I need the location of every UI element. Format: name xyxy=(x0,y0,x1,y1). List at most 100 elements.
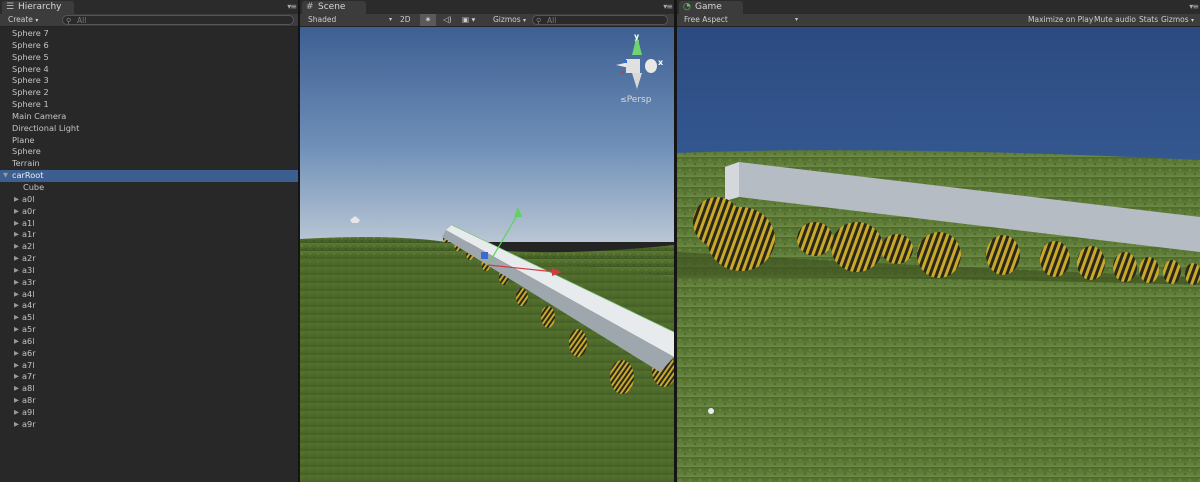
hierarchy-row[interactable]: Sphere 3 xyxy=(0,75,298,87)
hierarchy-row[interactable]: ▶ a6r xyxy=(0,348,298,360)
search-placeholder: All xyxy=(547,16,557,25)
hierarchy-row-label: Sphere 6 xyxy=(12,39,49,50)
hierarchy-row[interactable]: ▶ a5l xyxy=(0,312,298,324)
scene-sky xyxy=(300,27,674,242)
hierarchy-row[interactable]: ▶ a4r xyxy=(0,300,298,312)
hierarchy-row[interactable]: ▶ a2l xyxy=(0,241,298,253)
expand-arrow-right-icon[interactable]: ▶ xyxy=(14,289,19,301)
scene-search-input[interactable]: ⚲ All xyxy=(532,15,668,25)
hierarchy-row[interactable]: Sphere 6 xyxy=(0,40,298,52)
expand-arrow-right-icon[interactable]: ▶ xyxy=(14,419,19,431)
hierarchy-row[interactable]: ▶ a1r xyxy=(0,229,298,241)
hierarchy-row[interactable]: ▶ a8l xyxy=(0,383,298,395)
expand-arrow-right-icon[interactable]: ▶ xyxy=(14,383,19,395)
hierarchy-row[interactable]: Sphere 4 xyxy=(0,64,298,76)
expand-arrow-right-icon[interactable]: ▶ xyxy=(14,360,19,372)
create-button[interactable]: Create ▾ xyxy=(8,14,38,26)
expand-arrow-right-icon[interactable]: ▶ xyxy=(14,218,19,230)
search-placeholder: All xyxy=(77,16,87,25)
expand-arrow-right-icon[interactable]: ▶ xyxy=(14,300,19,312)
panel-menu-icon[interactable]: ▾≡ xyxy=(663,2,673,11)
hierarchy-row[interactable]: ▼ carRoot xyxy=(0,170,298,182)
maximize-on-play-toggle[interactable]: Maximize on Play xyxy=(1028,14,1093,26)
tab-hierarchy[interactable]: ☰ Hierarchy xyxy=(2,1,74,14)
game-sky xyxy=(677,27,1200,167)
hierarchy-row[interactable]: Sphere xyxy=(0,146,298,158)
search-icon: ⚲ xyxy=(536,17,542,25)
expand-arrow-right-icon[interactable]: ▶ xyxy=(14,407,19,419)
hierarchy-row[interactable]: ▶ a7l xyxy=(0,360,298,372)
hierarchy-row[interactable]: ▶ a5r xyxy=(0,324,298,336)
expand-arrow-right-icon[interactable]: ▶ xyxy=(14,371,19,383)
expand-arrow-right-icon[interactable]: ▶ xyxy=(14,229,19,241)
hierarchy-row[interactable]: ▶ a3l xyxy=(0,265,298,277)
aspect-dropdown[interactable]: Free Aspect ▾ xyxy=(684,14,798,26)
tab-game[interactable]: ◔ Game xyxy=(679,1,743,14)
hierarchy-toolbar: Create ▾ ⚲ All xyxy=(0,14,298,27)
hierarchy-row[interactable]: ▶ a6l xyxy=(0,336,298,348)
hierarchy-row[interactable]: ▶ a7r xyxy=(0,371,298,383)
hierarchy-row-label: Cube xyxy=(23,181,45,192)
mode-2d-button[interactable]: 2D xyxy=(400,14,411,26)
hierarchy-row-label: a7l xyxy=(22,359,35,370)
grid-icon: # xyxy=(306,2,314,12)
expand-arrow-right-icon[interactable]: ▶ xyxy=(14,348,19,360)
hierarchy-row[interactable]: Sphere 1 xyxy=(0,99,298,111)
expand-arrow-right-icon[interactable]: ▶ xyxy=(14,253,19,265)
expand-arrow-right-icon[interactable]: ▶ xyxy=(14,206,19,218)
hierarchy-row[interactable]: ▶ a2r xyxy=(0,253,298,265)
hierarchy-row-label: a8l xyxy=(22,383,35,394)
game-viewport[interactable] xyxy=(677,27,1200,482)
hierarchy-row[interactable]: Sphere 7 xyxy=(0,28,298,40)
hierarchy-row-label: Sphere 1 xyxy=(12,99,49,110)
hierarchy-row[interactable]: Sphere 5 xyxy=(0,52,298,64)
hierarchy-row-label: a9r xyxy=(22,418,36,429)
hierarchy-row[interactable]: ▶ a9r xyxy=(0,419,298,431)
hierarchy-row-label: a3r xyxy=(22,276,36,287)
panel-menu-icon[interactable]: ▾≡ xyxy=(1189,2,1199,11)
expand-arrow-right-icon[interactable]: ▶ xyxy=(14,277,19,289)
expand-arrow-right-icon[interactable]: ▶ xyxy=(14,312,19,324)
shading-mode-dropdown[interactable]: Shaded ▾ xyxy=(308,14,392,26)
image-icon[interactable]: ▣ ▾ xyxy=(462,14,475,26)
scene-panel: # Scene ▾≡ Shaded ▾ 2D ✷ ◁) ▣ ▾ Gizmos ▾… xyxy=(300,0,674,482)
scene-viewport[interactable] xyxy=(300,27,674,482)
gizmos-dropdown[interactable]: Gizmos ▾ xyxy=(493,14,526,26)
expand-arrow-right-icon[interactable]: ▶ xyxy=(14,241,19,253)
expand-arrow-right-icon[interactable]: ▶ xyxy=(14,324,19,336)
hierarchy-row[interactable]: Cube xyxy=(0,182,298,194)
hierarchy-row[interactable]: ▶ a4l xyxy=(0,289,298,301)
hierarchy-row[interactable]: Terrain xyxy=(0,158,298,170)
stats-toggle[interactable]: Stats xyxy=(1139,14,1158,26)
hierarchy-row[interactable]: Directional Light xyxy=(0,123,298,135)
pacman-icon: ◔ xyxy=(683,2,691,12)
mute-audio-toggle[interactable]: Mute audio xyxy=(1094,14,1136,26)
hierarchy-row[interactable]: ▶ a0l xyxy=(0,194,298,206)
sun-icon[interactable]: ✷ xyxy=(420,14,436,26)
expand-arrow-down-icon[interactable]: ▼ xyxy=(3,170,8,182)
hierarchy-row[interactable]: ▶ a9l xyxy=(0,407,298,419)
hierarchy-row[interactable]: ▶ a3r xyxy=(0,277,298,289)
hierarchy-row-label: Sphere 4 xyxy=(12,63,49,74)
hierarchy-row-label: Sphere 3 xyxy=(12,75,49,86)
hierarchy-row[interactable]: ▶ a0r xyxy=(0,206,298,218)
gizmos-dropdown[interactable]: Gizmos ▾ xyxy=(1161,14,1194,26)
projection-toggle[interactable]: ≤Persp xyxy=(620,95,651,105)
expand-arrow-right-icon[interactable]: ▶ xyxy=(14,194,19,206)
hierarchy-row[interactable]: Plane xyxy=(0,135,298,147)
aspect-label: Free Aspect xyxy=(684,15,728,24)
hierarchy-search-input[interactable]: ⚲ All xyxy=(62,15,294,25)
hierarchy-row[interactable]: Main Camera xyxy=(0,111,298,123)
expand-arrow-right-icon[interactable]: ▶ xyxy=(14,395,19,407)
hierarchy-row[interactable]: Sphere 2 xyxy=(0,87,298,99)
speaker-icon[interactable]: ◁) xyxy=(443,14,452,26)
hierarchy-row-label: a5r xyxy=(22,324,36,335)
expand-arrow-right-icon[interactable]: ▶ xyxy=(14,265,19,277)
hierarchy-row-label: Sphere xyxy=(12,146,41,157)
expand-arrow-right-icon[interactable]: ▶ xyxy=(14,336,19,348)
panel-menu-icon[interactable]: ▾≡ xyxy=(287,2,297,11)
tab-scene[interactable]: # Scene xyxy=(302,1,366,14)
hierarchy-tree: Sphere 7 Sphere 6 Sphere 5 Sphere 4 Sphere 3… xyxy=(0,28,298,431)
hierarchy-row[interactable]: ▶ a8r xyxy=(0,395,298,407)
hierarchy-row[interactable]: ▶ a1l xyxy=(0,218,298,230)
